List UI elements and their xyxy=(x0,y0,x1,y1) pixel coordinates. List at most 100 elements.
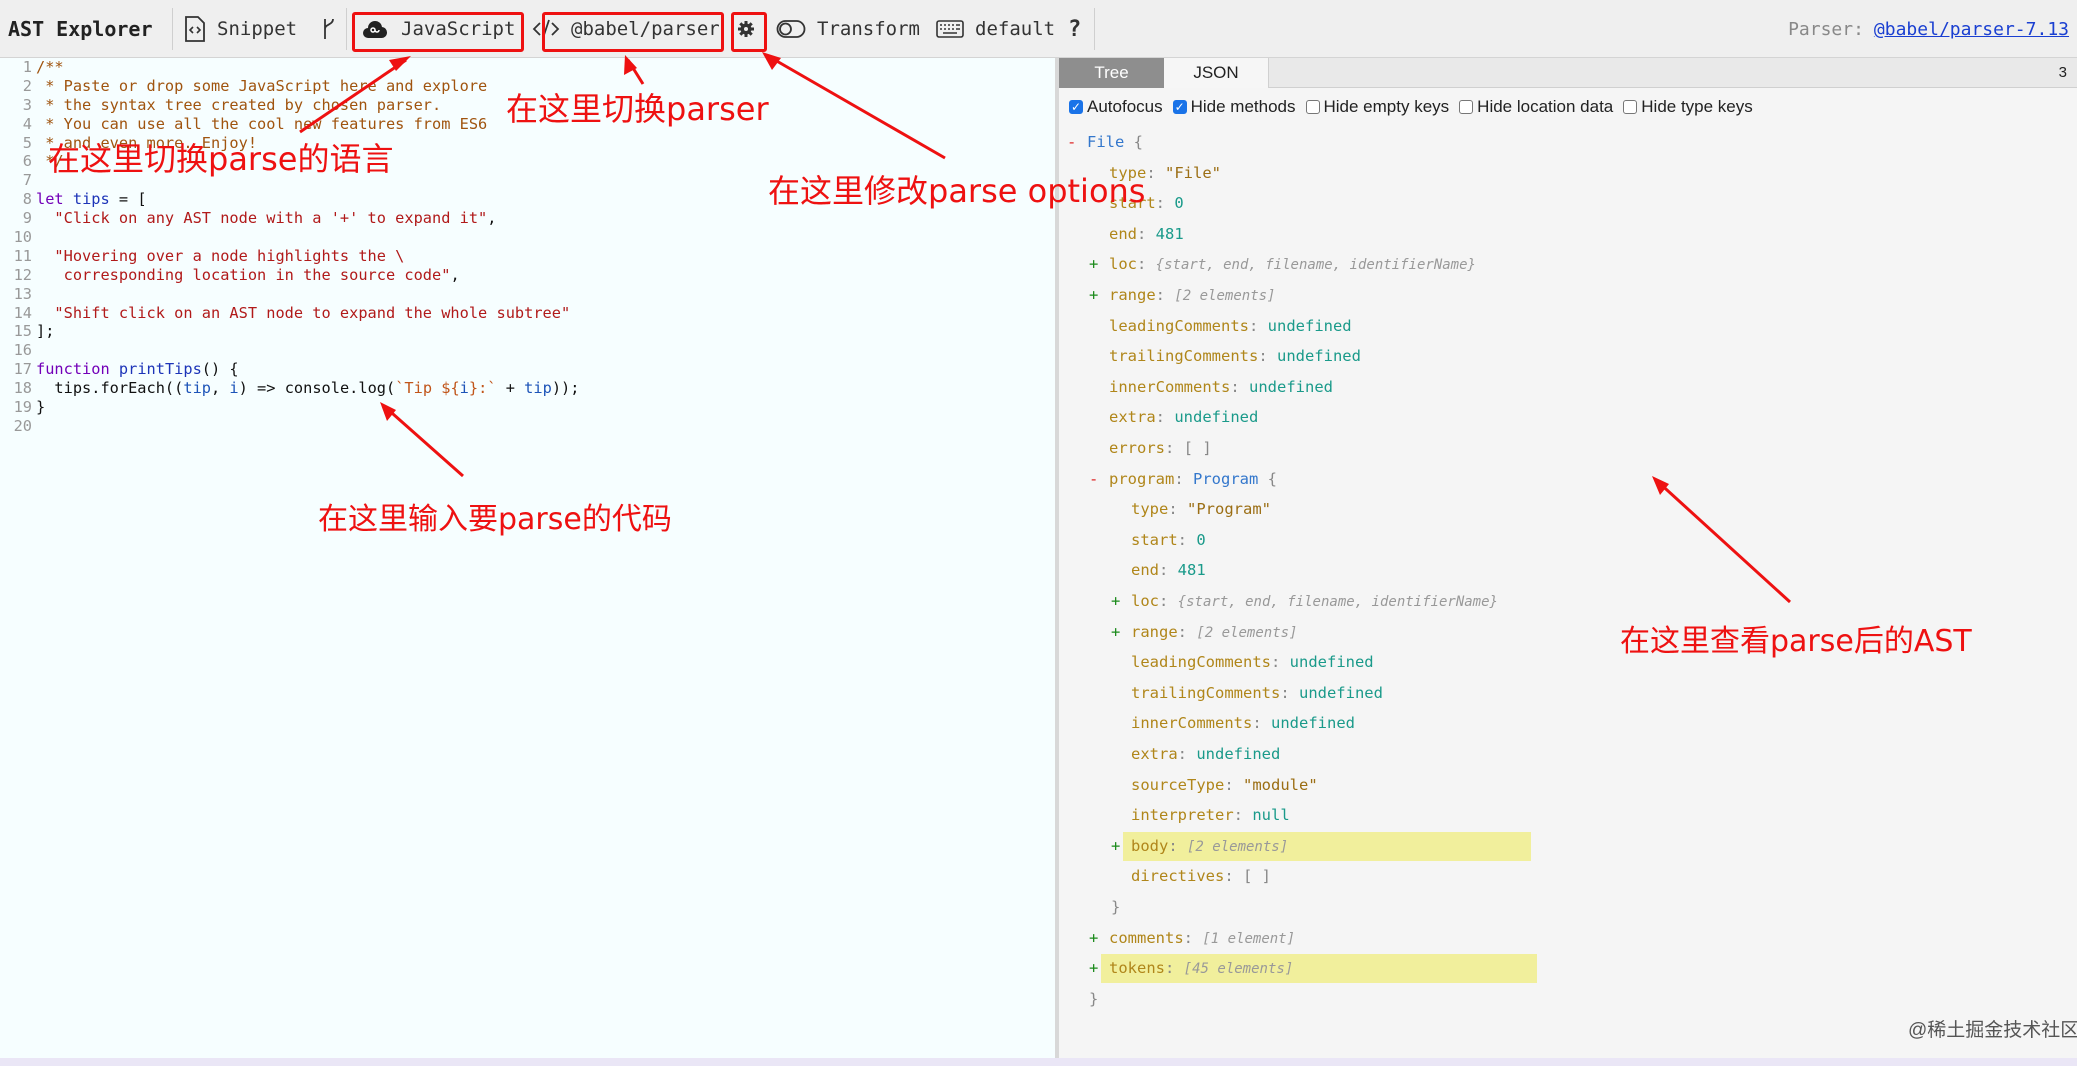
ast-node-row: type: "File" xyxy=(1089,161,1221,185)
language-label: JavaScript xyxy=(401,18,516,40)
expand-toggle[interactable]: + xyxy=(1089,283,1109,307)
watermark: @稀土掘金技术社区 xyxy=(1908,1020,2077,1041)
expand-toggle[interactable]: + xyxy=(1089,252,1109,276)
parser-settings-button[interactable] xyxy=(737,0,766,58)
option-hide-methods[interactable]: ✓ Hide methods xyxy=(1172,97,1296,117)
snippet-button[interactable]: Snippet xyxy=(184,0,297,58)
ast-node-row[interactable]: + comments: [1 element] xyxy=(1089,926,1295,950)
colon: : xyxy=(1168,500,1187,519)
ast-node-row: } xyxy=(1089,987,1098,1011)
option-hide-empty-keys[interactable]: Hide empty keys xyxy=(1305,97,1449,117)
toolbar-divider xyxy=(172,8,173,50)
line-number: 7 xyxy=(22,171,32,190)
node-value: {start, end, filename, identifierName} xyxy=(1177,594,1498,610)
transform-toggle[interactable]: Transform xyxy=(776,0,920,58)
line-number: 13 xyxy=(13,284,32,303)
line-number: 4 xyxy=(22,114,32,133)
option-label: Hide location data xyxy=(1477,97,1614,116)
parser-label: @babel/parser xyxy=(571,18,720,40)
colon: : xyxy=(1165,439,1184,457)
colon: : xyxy=(1233,806,1253,825)
ast-node-row: sourceType: "module" xyxy=(1111,773,1318,797)
option-hide-location-data[interactable]: Hide location data xyxy=(1459,97,1613,117)
node-value: undefined xyxy=(1276,347,1361,366)
transform-label: Transform xyxy=(817,18,920,40)
parser-version-link[interactable]: @babel/parser-7.13 xyxy=(1874,19,2069,40)
colon: : xyxy=(1168,836,1187,855)
colon: : xyxy=(1159,592,1178,610)
node-key: range xyxy=(1109,286,1156,304)
node-key: interpreter xyxy=(1131,806,1234,825)
code-content[interactable]: /** * Paste or drop some JavaScript here… xyxy=(36,58,1055,436)
node-key: loc xyxy=(1131,592,1159,610)
code-editor[interactable]: 1 2 3 4 5 6 7 8 9 10 11 12 13 14 15 16 17 18 19 20 /** * Pa… xyxy=(0,58,1055,1058)
checkbox-unchecked-icon[interactable] xyxy=(1305,100,1320,114)
ast-node-row[interactable]: + loc: {start, end, filename, identifierN… xyxy=(1111,589,1498,613)
node-value: [2 elements] xyxy=(1196,624,1298,641)
checkbox-unchecked-icon[interactable] xyxy=(1623,100,1638,114)
expand-toggle[interactable]: + xyxy=(1111,589,1131,613)
node-key: start xyxy=(1131,530,1178,549)
node-value: undefined xyxy=(1174,408,1259,427)
code-line: ]; xyxy=(36,322,55,341)
node-key: body xyxy=(1131,836,1169,855)
ast-node-row: errors: [ ] xyxy=(1089,436,1212,460)
ast-node-row: innerComments: undefined xyxy=(1089,375,1333,399)
colon: : xyxy=(1177,530,1197,549)
expand-toggle[interactable]: + xyxy=(1111,834,1131,858)
checkbox-checked-icon[interactable]: ✓ xyxy=(1069,100,1083,114)
node-value: undefined xyxy=(1298,683,1383,702)
ast-node-row[interactable]: + loc: {start, end, filename, identifierN… xyxy=(1089,252,1476,276)
fork-button[interactable] xyxy=(322,0,347,58)
expand-toggle[interactable]: + xyxy=(1089,956,1109,980)
ast-node-row[interactable]: + tokens: [45 elements] xyxy=(1089,956,1293,980)
parser-select[interactable]: @babel/parser xyxy=(532,0,720,58)
open-brace: { xyxy=(1267,469,1278,488)
ast-node-row[interactable]: + range: [2 elements] xyxy=(1089,283,1276,307)
ast-node-row[interactable]: - program: Program { xyxy=(1089,467,1277,491)
app-title: AST Explorer xyxy=(8,17,153,41)
checkbox-checked-icon[interactable]: ✓ xyxy=(1172,100,1187,114)
expand-toggle[interactable]: + xyxy=(1089,926,1109,950)
file-code-icon xyxy=(184,16,206,42)
checkbox-unchecked-icon[interactable] xyxy=(1459,100,1474,114)
collapse-toggle[interactable]: - xyxy=(1067,130,1087,154)
node-value: undefined xyxy=(1249,377,1333,396)
ast-node-row: trailingComments: undefined xyxy=(1089,344,1361,368)
node-value: } xyxy=(1111,898,1121,916)
ast-node-row[interactable]: + body: [2 elements] xyxy=(1111,834,1288,858)
colon: : xyxy=(1280,683,1299,702)
line-number: 18 xyxy=(13,379,32,398)
node-value: [2 elements] xyxy=(1187,838,1289,855)
keymap-select[interactable]: default xyxy=(936,0,1055,58)
node-value: [ ] xyxy=(1183,439,1212,457)
tab-json[interactable]: JSON xyxy=(1164,58,1269,88)
ast-node-row: type: "Program" xyxy=(1111,497,1271,521)
node-key: errors xyxy=(1109,439,1165,457)
colon: : xyxy=(1270,653,1290,672)
expand-toggle[interactable]: + xyxy=(1111,620,1131,644)
node-key: extra xyxy=(1131,745,1178,763)
node-value: } xyxy=(1089,989,1099,1008)
tab-tree[interactable]: Tree xyxy=(1059,58,1164,88)
code-brackets-icon xyxy=(532,18,560,40)
ast-node-row: interpreter: null xyxy=(1111,803,1290,827)
node-key: end xyxy=(1131,561,1159,580)
colon: : xyxy=(1146,163,1165,182)
ast-node-row: directives: [ ] xyxy=(1111,864,1271,888)
colon: : xyxy=(1137,224,1156,243)
language-select[interactable]: JavaScript xyxy=(360,0,515,58)
ast-node-row[interactable]: - File { xyxy=(1067,130,1143,154)
collapse-toggle[interactable]: - xyxy=(1089,467,1109,491)
line-number: 15 xyxy=(13,322,32,341)
colon: : xyxy=(1174,469,1193,488)
toolbar-divider xyxy=(346,8,347,50)
option-hide-type-keys[interactable]: Hide type keys xyxy=(1623,97,1753,117)
option-autofocus[interactable]: ✓ Autofocus xyxy=(1069,97,1163,117)
ast-node-row[interactable]: + range: [2 elements] xyxy=(1111,620,1298,644)
node-value: null xyxy=(1252,806,1290,825)
help-button[interactable]: ? xyxy=(1068,0,1081,58)
node-value: [1 element] xyxy=(1202,930,1296,947)
ast-node-row: extra: undefined xyxy=(1111,742,1280,766)
